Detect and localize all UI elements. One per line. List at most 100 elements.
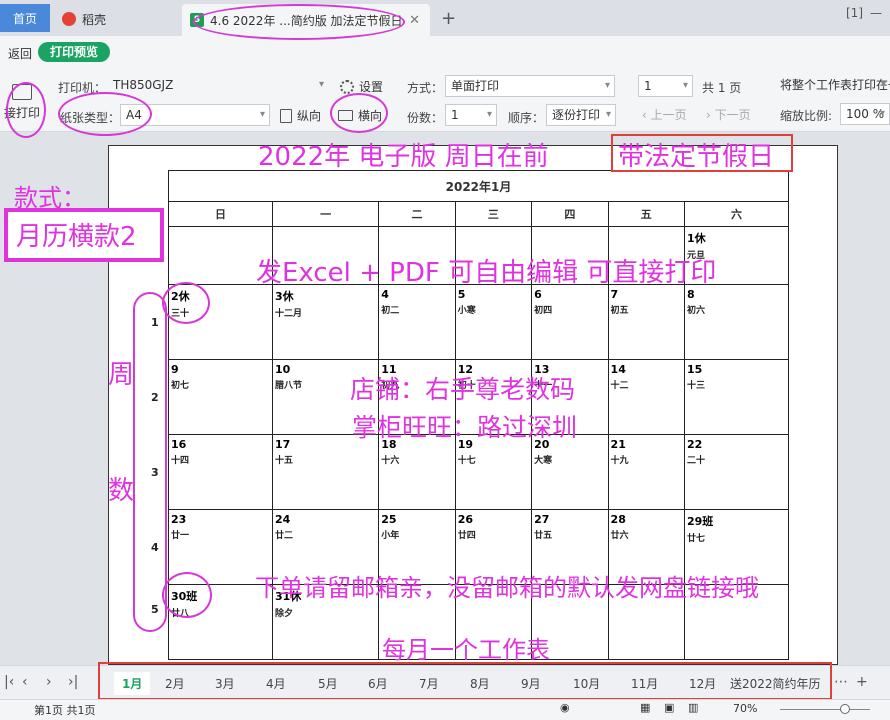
calendar-day-cell[interactable]: 6 初四	[531, 284, 609, 360]
status-zoom[interactable]: 70%	[733, 702, 757, 715]
sheet-tab[interactable]: 7月	[419, 675, 439, 692]
day-number: 25	[381, 513, 397, 526]
new-tab-icon[interactable]: +	[441, 8, 456, 29]
page-number-input[interactable]: 1	[638, 75, 693, 97]
sheet-tab[interactable]: 6月	[368, 675, 388, 692]
zoom-label: 缩放比例:	[780, 109, 833, 123]
window-layout-icon[interactable]: [1]	[846, 6, 863, 20]
lunar-date: 廿一	[171, 531, 190, 541]
fit-to-page-select[interactable]: 将整个工作表打印在一	[775, 75, 890, 97]
calendar-day-cell[interactable]: 21 十九	[607, 434, 685, 510]
day-number: 5	[457, 288, 466, 301]
calendar-day-cell[interactable]: 19 十七	[454, 434, 533, 510]
normal-view-icon[interactable]: ▦	[640, 701, 650, 714]
page-layout-icon[interactable]: ▣	[664, 701, 674, 714]
calendar-day-cell[interactable]: 16 十四	[168, 434, 273, 510]
sheet-tab[interactable]: 9月	[521, 675, 541, 692]
zoom-slider[interactable]	[780, 709, 870, 710]
sheet-tab[interactable]: 8月	[470, 675, 490, 692]
sheet-tab[interactable]: 2月	[165, 675, 185, 692]
sheet-tab[interactable]: 12月	[689, 675, 716, 692]
calendar-day-cell[interactable]: 5 小寒	[454, 284, 533, 360]
print-method-select[interactable]: 单面打印	[445, 75, 615, 97]
lunar-date: 廿六	[610, 531, 629, 541]
more-sheets-icon[interactable]: ⋯	[834, 674, 848, 690]
day-number: 21	[610, 438, 626, 451]
next-sheet-icon[interactable]: ›	[46, 674, 52, 690]
portrait-page-icon	[280, 108, 292, 123]
page-info: 第1页 共1页	[34, 704, 96, 717]
add-sheet-icon[interactable]: +	[856, 674, 868, 690]
landscape-highlight-ring	[330, 93, 388, 133]
back-button[interactable]: 返回	[8, 45, 32, 62]
zoom-input[interactable]: 100 %	[840, 103, 890, 125]
calendar-day-cell[interactable]: 18 十六	[378, 434, 456, 510]
day-number: 22	[686, 438, 703, 451]
lunar-date: 初二	[381, 306, 400, 316]
lunar-date: 初七	[171, 381, 190, 391]
eye-icon[interactable]: ◉	[560, 701, 570, 714]
weekday-header: 四	[531, 201, 609, 227]
tab-daoke[interactable]: 稻壳	[54, 4, 180, 34]
style-value-annotation: 月历横款2	[16, 222, 137, 252]
day-number: 26	[457, 513, 474, 526]
sheet-tab[interactable]: 1月	[114, 672, 151, 695]
calendar-day-cell[interactable]: 14 十二	[607, 359, 685, 435]
calendar-day-cell[interactable]: 17 十五	[271, 434, 380, 510]
tab-home[interactable]: 首页	[0, 4, 50, 32]
prev-sheet-icon[interactable]: ‹	[22, 674, 28, 690]
first-sheet-icon[interactable]: |‹	[4, 674, 14, 690]
headline-annotation: 2022年 电子版 周日在前	[258, 142, 549, 172]
portrait-button[interactable]: 纵向	[280, 107, 321, 124]
lunar-date: 十七	[457, 456, 476, 466]
next-page-button[interactable]: › 下一页	[706, 106, 751, 123]
lunar-date: 十二月	[274, 309, 302, 319]
close-tab-icon[interactable]: ✕	[409, 13, 420, 28]
sheet-tab[interactable]: 送2022简约年历	[730, 675, 821, 692]
lunar-date: 廿二	[274, 531, 293, 541]
doc-tab-highlight-ring	[193, 4, 405, 40]
calendar-day-cell[interactable]: 15 十三	[683, 359, 790, 435]
sheet-tab[interactable]: 5月	[318, 675, 338, 692]
day-number: 7	[610, 288, 619, 301]
copies-input[interactable]: 1	[445, 104, 497, 126]
direct-print-highlight-ring	[6, 82, 46, 138]
printer-select[interactable]: TH850GJZ	[108, 75, 328, 97]
weekday-header: 三	[454, 201, 533, 227]
day-number: 16	[171, 438, 187, 451]
sheet-tab[interactable]: 11月	[631, 675, 658, 692]
lunar-date: 十二	[610, 381, 629, 391]
sheet-tab[interactable]: 10月	[573, 675, 600, 692]
day30-highlight-ring	[162, 572, 212, 618]
sheet-tab[interactable]: 3月	[215, 675, 235, 692]
lunar-date: 小寒	[457, 306, 476, 316]
lunar-date: 初四	[534, 306, 553, 316]
page-break-icon[interactable]: ▥	[688, 701, 698, 714]
day-number: 28	[610, 513, 626, 526]
minimize-icon[interactable]: —	[870, 6, 882, 20]
day-number: 15	[686, 363, 703, 376]
weekday-header: 六	[683, 201, 790, 227]
prev-page-button[interactable]: ‹ 上一页	[642, 106, 687, 123]
calendar-day-cell[interactable]: 8 初六	[683, 284, 790, 360]
calendar-day-cell[interactable]: 9 初七	[168, 359, 273, 435]
paper-type-highlight-ring	[58, 92, 152, 136]
calendar-day-cell[interactable]: 3休十二月	[271, 284, 380, 360]
day-number: 3休	[274, 290, 294, 303]
weekday-header: 二	[378, 201, 456, 227]
prev-page-label: 上一页	[650, 108, 687, 122]
sheet-tab[interactable]: 4月	[266, 675, 286, 692]
calendar-day-cell[interactable]: 7 初五	[607, 284, 685, 360]
daoke-logo-icon	[62, 12, 76, 26]
collate-order-select[interactable]: 逐份打印	[546, 104, 616, 126]
calendar-day-cell[interactable]: 4 初二	[378, 284, 456, 360]
day-number: 4	[381, 288, 389, 301]
calendar-day-cell[interactable]: 22 二十	[683, 434, 790, 510]
last-sheet-icon[interactable]: ›|	[68, 674, 78, 690]
calendar-day-cell[interactable]: 20 大寒	[531, 434, 609, 510]
method-label: 方式：	[407, 81, 444, 95]
day-number: 1休	[686, 232, 706, 245]
lunar-date: 大寒	[534, 456, 553, 466]
zoom-slider-handle[interactable]	[840, 704, 850, 714]
day-number: 14	[610, 363, 626, 376]
